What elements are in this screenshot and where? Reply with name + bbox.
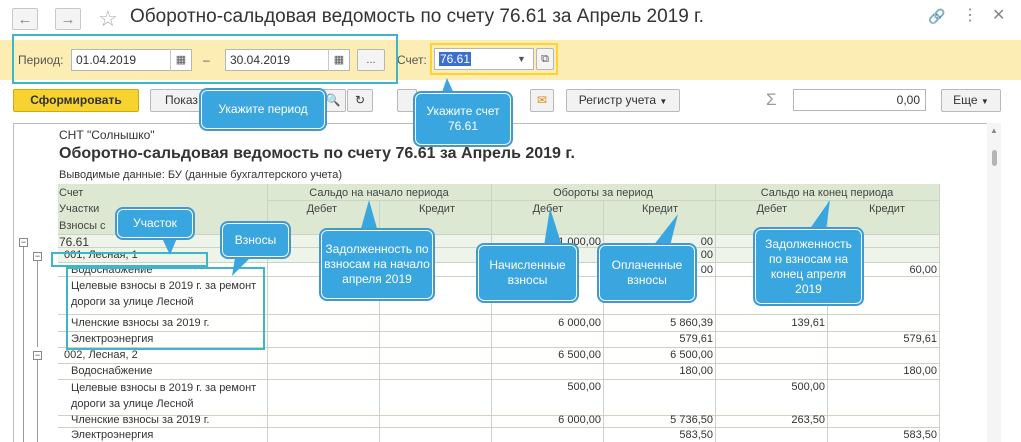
- callout-pointer: [162, 238, 177, 255]
- callout-dues: Взносы: [220, 221, 291, 259]
- callout-closing-debt: Задолженность по взносам на конец апреля…: [753, 227, 864, 306]
- callout-pointer: [653, 214, 678, 246]
- callout-opening-debt: Задолженность по взносам на начало апрел…: [319, 228, 435, 301]
- callout-accrued: Начисленные взносы: [476, 243, 579, 303]
- callout-pointer: [809, 200, 830, 230]
- callout-pointer: [544, 208, 562, 246]
- callout-period: Укажите период: [199, 88, 327, 131]
- callout-paid: Оплаченные взносы: [597, 243, 697, 303]
- callout-pointer: [232, 258, 250, 276]
- callout-account: Укажите счет 76.61: [413, 91, 513, 147]
- callout-plot: Участок: [115, 207, 195, 240]
